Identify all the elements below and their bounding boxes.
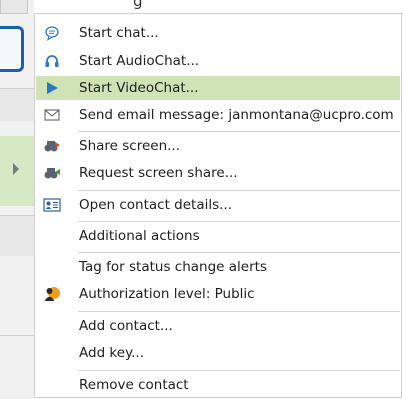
menu-separator — [78, 221, 400, 222]
expand-arrow-icon — [13, 163, 19, 175]
menu-item-add-key[interactable]: Add key... — [36, 341, 400, 365]
user-authorization-icon — [42, 284, 62, 304]
window-title-strip: g — [34, 0, 403, 14]
contact-card-icon — [42, 195, 62, 215]
binoculars-share-icon — [42, 136, 62, 156]
headset-icon — [42, 51, 62, 71]
menu-item-additional-actions[interactable]: Additional actions — [36, 224, 400, 248]
background-focused-item — [0, 26, 24, 72]
menu-item-send-email[interactable]: Send email message: janmontana@ucpro.com — [36, 103, 400, 127]
background-list-row — [0, 335, 34, 399]
background-list-row — [0, 88, 34, 121]
menu-item-start-videochat[interactable]: Start VideoChat... — [36, 76, 400, 100]
menu-item-label: Start VideoChat... — [79, 80, 199, 96]
menu-item-label: Start AudioChat... — [79, 53, 200, 69]
background-toolbar-button — [0, 0, 28, 14]
menu-item-share-screen[interactable]: Share screen... — [36, 134, 400, 158]
menu-item-label: Add key... — [79, 345, 145, 361]
menu-item-tag-status-alerts[interactable]: Tag for status change alerts — [36, 255, 400, 279]
menu-item-label: Add contact... — [79, 318, 173, 334]
menu-item-label: Additional actions — [79, 228, 200, 244]
menu-item-label: Authorization level: Public — [79, 286, 255, 302]
menu-item-remove-contact[interactable]: Remove contact — [36, 373, 400, 397]
window-title-fragment: g — [133, 0, 143, 10]
menu-separator — [78, 131, 400, 132]
menu-separator — [78, 252, 400, 253]
menu-item-label: Request screen share... — [79, 165, 238, 181]
menu-item-request-screen-share[interactable]: Request screen share... — [36, 161, 400, 185]
menu-item-label: Share screen... — [79, 138, 180, 154]
menu-item-label: Remove contact — [79, 377, 189, 393]
menu-item-label: Send email message: janmontana@ucpro.com — [79, 107, 394, 123]
chat-bubble-icon — [42, 23, 62, 43]
envelope-icon — [42, 105, 62, 125]
menu-item-start-audiochat[interactable]: Start AudioChat... — [36, 49, 400, 73]
background-list-row — [0, 215, 34, 256]
menu-item-open-contact-details[interactable]: Open contact details... — [36, 193, 400, 217]
menu-item-authorization-level[interactable]: Authorization level: Public — [36, 282, 400, 306]
play-video-icon — [42, 78, 62, 98]
menu-separator — [78, 311, 400, 312]
menu-separator — [78, 370, 400, 371]
menu-separator — [78, 190, 400, 191]
binoculars-request-icon — [42, 163, 62, 183]
menu-item-start-chat[interactable]: Start chat... — [36, 21, 400, 45]
menu-item-label: Start chat... — [79, 25, 159, 41]
menu-item-label: Tag for status change alerts — [79, 259, 267, 275]
contact-context-menu: Start chat... Start AudioChat... Start V… — [34, 13, 402, 398]
menu-item-add-contact[interactable]: Add contact... — [36, 314, 400, 338]
menu-item-label: Open contact details... — [79, 197, 233, 213]
